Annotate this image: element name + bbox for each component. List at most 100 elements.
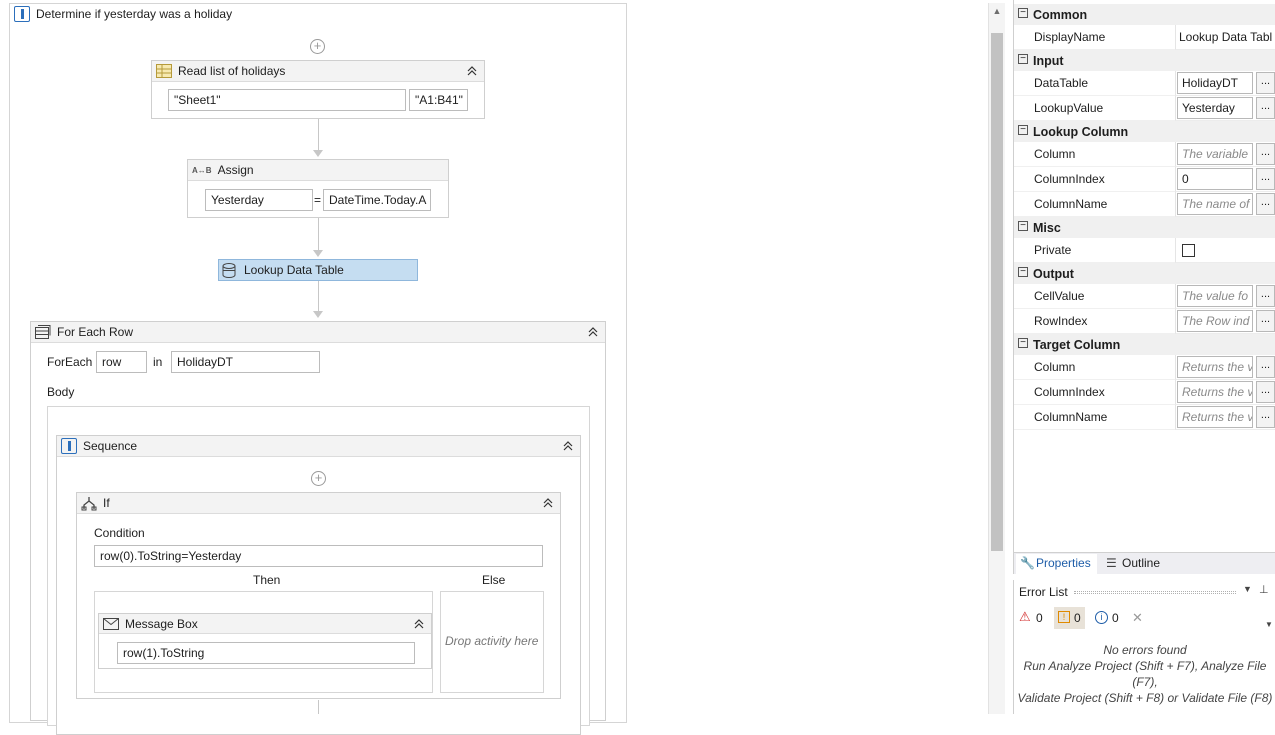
collapse-icon[interactable]: [541, 496, 555, 510]
ellipsis-button[interactable]: ...: [1256, 356, 1275, 378]
property-category[interactable]: − Output: [1014, 263, 1275, 284]
inner-sequence[interactable]: Sequence + If Condition row(0).ToString=…: [56, 435, 581, 735]
collapse-icon[interactable]: [412, 617, 426, 631]
for-each-row-activity[interactable]: For Each Row ForEach row in HolidayDT Bo…: [30, 321, 606, 735]
property-category-label: Input: [1033, 54, 1064, 68]
collapse-icon[interactable]: [586, 325, 600, 339]
property-row: ColumnName Returns the v...: [1014, 405, 1275, 430]
dropdown-icon[interactable]: ▼: [1243, 584, 1252, 594]
property-category[interactable]: − Lookup Column: [1014, 121, 1275, 142]
property-name: ColumnName: [1034, 197, 1108, 211]
condition-label: Condition: [94, 526, 145, 540]
messages-filter[interactable]: i 0: [1092, 607, 1123, 629]
message-box-activity[interactable]: Message Box row(1).ToString: [98, 613, 432, 669]
property-name: ColumnName: [1034, 410, 1108, 424]
property-value-input[interactable]: Returns the v: [1177, 356, 1253, 378]
workflow-designer[interactable]: Determine if yesterday was a holiday + R…: [0, 0, 1005, 735]
pin-icon[interactable]: ⊥: [1259, 583, 1269, 596]
scrollbar-thumb[interactable]: [991, 33, 1003, 551]
tab-outline-label: Outline: [1122, 556, 1161, 570]
sheet-name-field[interactable]: "Sheet1": [168, 89, 406, 111]
errors-filter[interactable]: ⚠ 0: [1016, 607, 1049, 629]
collapse-category-icon[interactable]: −: [1018, 338, 1028, 348]
errors-count: 0: [1036, 611, 1043, 625]
collapse-icon[interactable]: [561, 439, 575, 453]
property-category-label: Common: [1033, 8, 1088, 22]
else-label: Else: [482, 573, 506, 587]
condition-field[interactable]: row(0).ToString=Yesterday: [94, 545, 543, 567]
collapse-category-icon[interactable]: −: [1018, 267, 1028, 277]
assign-value-field[interactable]: DateTime.Today.A: [323, 189, 431, 211]
collapse-icon[interactable]: [465, 64, 479, 78]
add-activity-icon[interactable]: +: [311, 471, 326, 486]
property-row: LookupValue Yesterday...: [1014, 96, 1275, 121]
error-list-title: Error List: [1019, 585, 1068, 599]
for-each-row-icon: [35, 324, 51, 339]
collapse-category-icon[interactable]: −: [1018, 125, 1028, 135]
if-title: If: [103, 496, 110, 510]
foreach-item-field[interactable]: row: [96, 351, 147, 373]
else-branch[interactable]: Drop activity here: [440, 591, 544, 693]
property-value-input[interactable]: The name of: [1177, 193, 1253, 215]
collapse-category-icon[interactable]: −: [1018, 8, 1028, 18]
collapse-category-icon[interactable]: −: [1018, 54, 1028, 64]
property-value[interactable]: Lookup Data Tabl: [1179, 30, 1275, 44]
inner-sequence-title: Sequence: [83, 439, 138, 453]
property-name: ColumnIndex: [1034, 385, 1105, 399]
then-branch[interactable]: Message Box row(1).ToString: [94, 591, 433, 693]
assign-to-field[interactable]: Yesterday: [205, 189, 313, 211]
property-category[interactable]: − Target Column: [1014, 334, 1275, 355]
assign-icon: A↔B: [192, 165, 212, 175]
chevron-down-icon[interactable]: ▼: [1265, 620, 1273, 629]
property-value-input[interactable]: Yesterday: [1177, 97, 1253, 119]
ellipsis-button[interactable]: ...: [1256, 143, 1275, 165]
property-value-cell: Lookup Data Tabl: [1175, 25, 1275, 50]
tab-outline[interactable]: ☰ Outline: [1102, 554, 1166, 574]
tab-properties[interactable]: 🔧 Properties: [1016, 554, 1097, 574]
property-value-input[interactable]: Returns the v: [1177, 406, 1253, 428]
property-value-cell: The variable...: [1175, 142, 1275, 167]
warnings-filter[interactable]: ! 0: [1054, 607, 1085, 629]
ellipsis-button[interactable]: ...: [1256, 168, 1275, 190]
then-label: Then: [253, 573, 281, 587]
property-value-input[interactable]: The Row ind: [1177, 310, 1253, 332]
property-value-input[interactable]: The value fo: [1177, 285, 1253, 307]
property-row: Private: [1014, 238, 1275, 263]
ellipsis-button[interactable]: ...: [1256, 406, 1275, 428]
clear-icon[interactable]: ✕: [1132, 610, 1143, 626]
foreach-collection-field[interactable]: HolidayDT: [171, 351, 320, 373]
property-value-input[interactable]: 0: [1177, 168, 1253, 190]
if-activity[interactable]: If Condition row(0).ToString=Yesterday T…: [76, 492, 561, 699]
ellipsis-button[interactable]: ...: [1256, 97, 1275, 119]
property-name: CellValue: [1034, 289, 1085, 303]
range-field[interactable]: "A1:B41": [409, 89, 468, 111]
property-value-input[interactable]: Returns the v: [1177, 381, 1253, 403]
ellipsis-button[interactable]: ...: [1256, 381, 1275, 403]
foreach-body[interactable]: Sequence + If Condition row(0).ToString=…: [47, 406, 590, 735]
assign-activity[interactable]: A↔B Assign Yesterday = DateTime.Today.A: [187, 159, 449, 218]
warnings-count: 0: [1074, 611, 1081, 625]
ellipsis-button[interactable]: ...: [1256, 193, 1275, 215]
collapse-category-icon[interactable]: −: [1018, 221, 1028, 231]
property-value-input[interactable]: HolidayDT: [1177, 72, 1253, 94]
sequence-icon: [14, 6, 30, 22]
message-text-field[interactable]: row(1).ToString: [117, 642, 415, 664]
main-sequence-title: Determine if yesterday was a holiday: [36, 7, 233, 21]
body-label: Body: [47, 385, 75, 399]
envelope-icon: [103, 617, 119, 630]
add-activity-icon[interactable]: +: [310, 39, 325, 54]
if-icon: [81, 496, 97, 510]
property-value-input[interactable]: The variable: [1177, 143, 1253, 165]
property-category[interactable]: − Input: [1014, 50, 1275, 71]
read-range-activity[interactable]: Read list of holidays "Sheet1" "A1:B41": [151, 60, 485, 119]
scroll-up-icon[interactable]: ▲: [989, 3, 1005, 19]
property-category[interactable]: − Common: [1014, 4, 1275, 25]
drop-activity-placeholder: Drop activity here: [445, 634, 539, 648]
property-category[interactable]: − Misc: [1014, 217, 1275, 238]
private-checkbox[interactable]: [1182, 244, 1195, 257]
designer-scrollbar[interactable]: ▲: [988, 3, 1005, 714]
ellipsis-button[interactable]: ...: [1256, 310, 1275, 332]
lookup-data-table-activity[interactable]: Lookup Data Table: [218, 259, 418, 281]
ellipsis-button[interactable]: ...: [1256, 72, 1275, 94]
ellipsis-button[interactable]: ...: [1256, 285, 1275, 307]
